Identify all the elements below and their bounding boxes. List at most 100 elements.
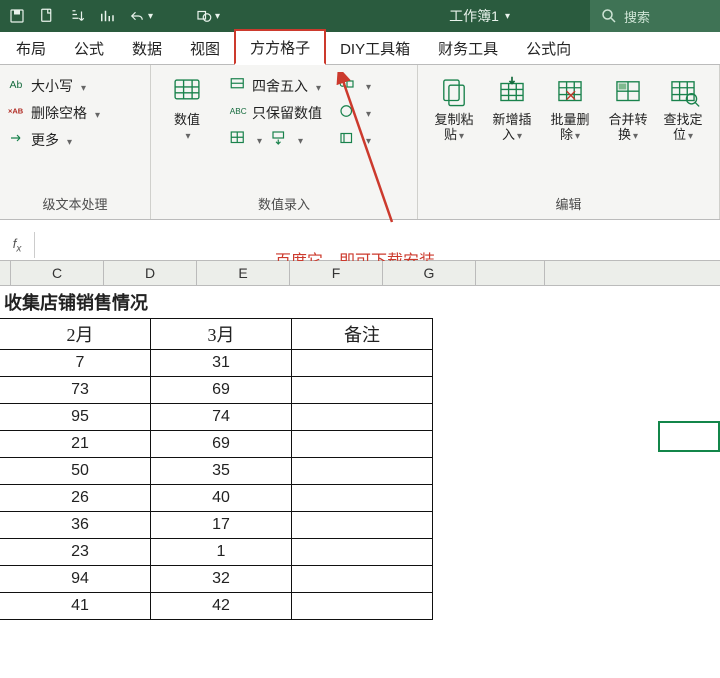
arrow-right-icon	[8, 129, 26, 150]
selection-box	[658, 421, 720, 452]
tab-1[interactable]: 公式	[60, 32, 118, 64]
batch-delete-icon	[553, 75, 587, 109]
table-row[interactable]: 2169	[0, 431, 720, 458]
header-cell[interactable]: 3月	[151, 318, 292, 350]
shape-circle-button[interactable]	[338, 102, 371, 123]
header-cell[interactable]: 2月	[10, 318, 151, 350]
table-row[interactable]: 5035	[0, 458, 720, 485]
col-header[interactable]: C	[11, 261, 104, 285]
cell[interactable]: 1	[151, 539, 292, 566]
delete-spaces-icon: ×AB	[8, 102, 26, 123]
table-row[interactable]: 231	[0, 539, 720, 566]
col-header[interactable]: D	[104, 261, 197, 285]
spreadsheet[interactable]: C D E F G 收集店铺销售情况 2月 3月 备注 731736995742…	[0, 261, 720, 620]
keep-numeric-button[interactable]: ABC 只保留数值	[229, 102, 322, 123]
case-button[interactable]: Ab 大小写	[8, 75, 100, 96]
header-cell[interactable]: 备注	[292, 318, 433, 350]
more-text-button[interactable]: 更多	[8, 129, 100, 150]
cell[interactable]	[292, 539, 433, 566]
table-row[interactable]: 9432	[0, 566, 720, 593]
text-group-label: 级文本处理	[8, 190, 142, 219]
cell[interactable]: 21	[10, 431, 151, 458]
formula-input[interactable]: 百度它，即可下载安装	[35, 243, 720, 247]
find-locate-button[interactable]: 查找定位	[658, 71, 708, 190]
cell[interactable]: 17	[151, 512, 292, 539]
cell[interactable]	[292, 431, 433, 458]
shape-rect-button[interactable]	[338, 75, 371, 96]
tab-0[interactable]: 布局	[2, 32, 60, 64]
col-header[interactable]: E	[197, 261, 290, 285]
misc-numeric-buttons[interactable]	[229, 129, 322, 150]
column-headers[interactable]: C D E F G	[0, 261, 720, 286]
grid-small-icon	[229, 129, 247, 150]
tab-7[interactable]: 公式向	[512, 32, 585, 64]
save-icon[interactable]	[8, 7, 26, 25]
cell[interactable]	[292, 566, 433, 593]
svg-text:×AB: ×AB	[8, 106, 24, 115]
round-button[interactable]: 四舍五入	[229, 75, 322, 96]
numeric-button[interactable]: 数值	[159, 71, 215, 190]
chart-icon[interactable]	[98, 7, 116, 25]
cell[interactable]	[292, 350, 433, 377]
table-row[interactable]: 4142	[0, 593, 720, 620]
col-header[interactable]: G	[383, 261, 476, 285]
quick-access-toolbar: ▾ ▾ 工作簿1▾ 搜索	[0, 0, 720, 32]
cell[interactable]: 31	[151, 350, 292, 377]
cell[interactable]: 41	[10, 593, 151, 620]
new-icon[interactable]	[38, 7, 56, 25]
cell[interactable]: 50	[10, 458, 151, 485]
search-box[interactable]: 搜索	[590, 0, 720, 32]
cell[interactable]	[292, 593, 433, 620]
cell[interactable]: 40	[151, 485, 292, 512]
col-header[interactable]: F	[290, 261, 383, 285]
cell[interactable]: 26	[10, 485, 151, 512]
copy-paste-button[interactable]: 复制粘贴	[426, 71, 482, 190]
tab-3[interactable]: 视图	[176, 32, 234, 64]
table-row[interactable]: 731	[0, 350, 720, 377]
cell[interactable]	[292, 458, 433, 485]
cell[interactable]: 23	[10, 539, 151, 566]
shape-ref-button[interactable]	[338, 129, 371, 150]
copy-paste-icon	[437, 75, 471, 109]
abc-icon: ABC	[229, 102, 247, 123]
table-row[interactable]: 9574	[0, 404, 720, 431]
cell[interactable]: 74	[151, 404, 292, 431]
numeric-icon	[170, 75, 204, 109]
merge-convert-button[interactable]: 合并转换	[600, 71, 656, 190]
merge-icon	[611, 75, 645, 109]
cell[interactable]: 73	[10, 377, 151, 404]
search-placeholder: 搜索	[624, 7, 650, 26]
cell[interactable]: 95	[10, 404, 151, 431]
cell[interactable]: 94	[10, 566, 151, 593]
tab-4[interactable]: 方方格子	[234, 29, 326, 65]
batch-delete-button[interactable]: 批量删除	[542, 71, 598, 190]
sort-icon[interactable]	[68, 7, 86, 25]
table-row[interactable]: 2640	[0, 485, 720, 512]
cell[interactable]	[292, 377, 433, 404]
undo-icon[interactable]: ▾	[128, 7, 153, 25]
cell[interactable]: 69	[151, 377, 292, 404]
cell[interactable]: 7	[10, 350, 151, 377]
cell[interactable]	[292, 512, 433, 539]
col-header[interactable]	[476, 261, 545, 285]
table-row[interactable]: 7369	[0, 377, 720, 404]
cell[interactable]: 42	[151, 593, 292, 620]
delete-spaces-button[interactable]: ×AB 删除空格	[8, 102, 100, 123]
tab-5[interactable]: DIY工具箱	[326, 32, 424, 64]
cell[interactable]: 69	[151, 431, 292, 458]
insert-icon	[495, 75, 529, 109]
cell[interactable]: 36	[10, 512, 151, 539]
cell[interactable]	[292, 404, 433, 431]
table-row[interactable]: 3617	[0, 512, 720, 539]
numeric-group-label: 数值录入	[159, 190, 409, 219]
cell[interactable]: 32	[151, 566, 292, 593]
cell[interactable]	[292, 485, 433, 512]
ribbon-tabs: 布局公式数据视图方方格子DIY工具箱财务工具公式向	[0, 32, 720, 65]
ribbon: Ab 大小写 ×AB 删除空格 更多 级文本处理 数值	[0, 65, 720, 220]
insert-button[interactable]: 新增插入	[484, 71, 540, 190]
round-icon	[229, 75, 247, 96]
shape-dropdown-icon[interactable]: ▾	[195, 7, 220, 25]
cell[interactable]: 35	[151, 458, 292, 485]
tab-6[interactable]: 财务工具	[424, 32, 512, 64]
tab-2[interactable]: 数据	[118, 32, 176, 64]
